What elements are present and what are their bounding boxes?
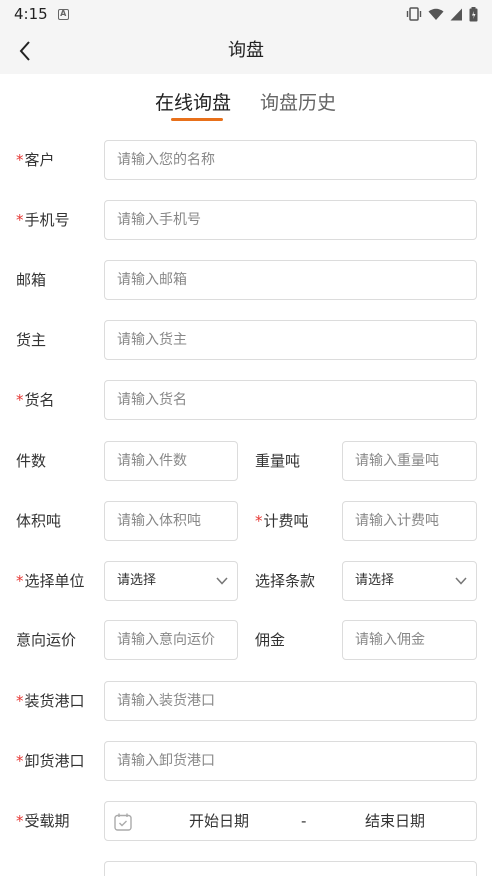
- start-date[interactable]: 开始日期: [189, 802, 249, 840]
- battery-icon: [469, 6, 478, 21]
- loading-port-input[interactable]: [104, 681, 477, 721]
- status-time: 4:15: [14, 5, 48, 23]
- form-row-volume-billing: 体积吨 *计费吨: [0, 501, 492, 541]
- form-row-loading-port: *装货港口: [0, 681, 492, 721]
- form-row-laycan: *受载期 开始日期 - 结束日期: [0, 801, 492, 841]
- volume-ton-label: 体积吨: [16, 512, 62, 530]
- customer-label: *客户: [16, 151, 55, 169]
- form-row-owner: 货主: [0, 320, 492, 360]
- commission-input[interactable]: [342, 620, 477, 660]
- required-mark: *: [16, 572, 24, 590]
- weight-ton-label: 重量吨: [255, 452, 301, 470]
- required-mark: *: [16, 211, 24, 229]
- laycan-label: *受载期: [16, 812, 70, 830]
- unit-select-value: 请选择: [117, 573, 157, 588]
- form-row-unloading-port: *卸货港口: [0, 741, 492, 781]
- laycan-date-range[interactable]: 开始日期 - 结束日期: [104, 801, 477, 841]
- vibrate-icon: [406, 7, 422, 21]
- phone-input[interactable]: [104, 200, 477, 240]
- email-label: 邮箱: [16, 271, 47, 289]
- signal-icon: [450, 8, 462, 20]
- billing-ton-label: *计费吨: [255, 512, 309, 530]
- app-notification-icon: A: [57, 8, 69, 20]
- owner-label: 货主: [16, 331, 47, 349]
- volume-ton-input[interactable]: [104, 501, 238, 541]
- customer-input[interactable]: [104, 140, 477, 180]
- form-row-freight-commission: 意向运价 佣金: [0, 620, 492, 660]
- back-button[interactable]: [12, 38, 38, 64]
- tab-bar: 在线询盘 询盘历史: [0, 88, 492, 128]
- end-date[interactable]: 结束日期: [365, 802, 425, 840]
- loading-port-label: *装货港口: [16, 692, 85, 710]
- required-mark: *: [16, 692, 24, 710]
- form-row-next-partial: [0, 861, 492, 876]
- intended-freight-input[interactable]: [104, 620, 238, 660]
- wifi-icon: [428, 8, 444, 20]
- terms-select-value: 请选择: [355, 573, 395, 588]
- terms-label: 选择条款: [255, 572, 316, 590]
- billing-ton-input[interactable]: [342, 501, 477, 541]
- chevron-down-icon: [455, 577, 467, 585]
- tab-online-inquiry[interactable]: 在线询盘: [155, 88, 231, 118]
- required-mark: *: [16, 151, 24, 169]
- form-row-email: 邮箱: [0, 260, 492, 300]
- form-row-customer: *客户: [0, 140, 492, 180]
- form-row-cargo-name: *货名: [0, 380, 492, 420]
- terms-select[interactable]: 请选择: [342, 561, 477, 601]
- form-row-phone: *手机号: [0, 200, 492, 240]
- chevron-down-icon: [216, 577, 228, 585]
- unit-select[interactable]: 请选择: [104, 561, 238, 601]
- form-row-unit-terms: *选择单位 请选择 选择条款 请选择: [0, 561, 492, 601]
- active-tab-indicator: [171, 118, 223, 121]
- cargo-name-label: *货名: [16, 391, 55, 409]
- pieces-label: 件数: [16, 452, 47, 470]
- weight-ton-input[interactable]: [342, 441, 477, 481]
- unloading-port-input[interactable]: [104, 741, 477, 781]
- unloading-port-label: *卸货港口: [16, 752, 85, 770]
- status-icons: [406, 6, 478, 22]
- required-mark: *: [16, 812, 24, 830]
- intended-freight-label: 意向运价: [16, 631, 77, 649]
- required-mark: *: [16, 752, 24, 770]
- required-mark: *: [255, 512, 263, 530]
- date-separator: -: [301, 812, 307, 830]
- calendar-icon: [114, 813, 132, 831]
- form-row-pieces-weight: 件数 重量吨: [0, 441, 492, 481]
- cargo-name-input[interactable]: [104, 380, 477, 420]
- next-field-input[interactable]: [104, 861, 477, 876]
- chevron-left-icon: [19, 41, 30, 61]
- page-title: 询盘: [228, 40, 264, 61]
- commission-label: 佣金: [255, 631, 286, 649]
- nav-bar: 询盘: [0, 28, 492, 74]
- phone-label: *手机号: [16, 211, 70, 229]
- tab-inquiry-history[interactable]: 询盘历史: [260, 88, 336, 118]
- unit-label: *选择单位: [16, 572, 85, 590]
- email-input[interactable]: [104, 260, 477, 300]
- status-bar: 4:15 A: [0, 0, 492, 28]
- pieces-input[interactable]: [104, 441, 238, 481]
- required-mark: *: [16, 391, 24, 409]
- owner-input[interactable]: [104, 320, 477, 360]
